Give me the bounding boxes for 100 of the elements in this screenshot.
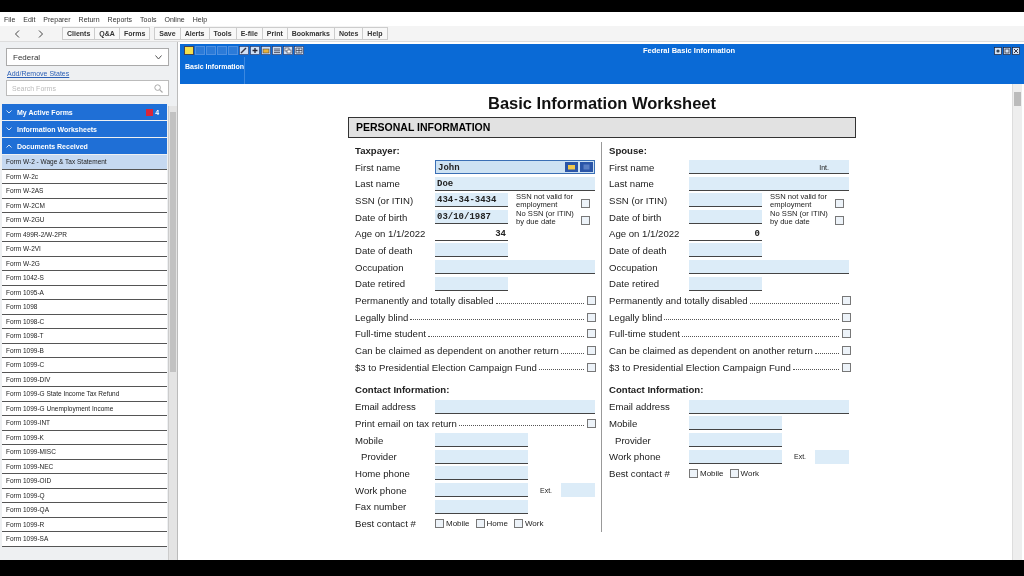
option-label: Home — [486, 518, 508, 528]
checkbox[interactable] — [842, 312, 851, 322]
input-field[interactable]: 03/10/1987 — [435, 210, 508, 225]
back-icon — [14, 29, 20, 38]
input-field[interactable] — [689, 243, 762, 258]
field-label: Mobile — [355, 434, 385, 446]
field-label: Date retired — [355, 278, 407, 290]
scrollbar[interactable] — [168, 106, 177, 560]
field-label: Permanently and totally disabled — [355, 295, 494, 307]
field-label: Mobile — [609, 417, 639, 429]
note-icon — [184, 46, 194, 55]
field-label: Date retired — [609, 278, 661, 290]
input-field[interactable] — [435, 399, 595, 414]
checkbox[interactable] — [835, 216, 844, 226]
help-icon — [994, 46, 1002, 55]
scrollbar[interactable] — [1012, 84, 1022, 560]
field-label: Full-time student — [355, 328, 426, 340]
folder-icon — [261, 46, 271, 55]
field-label: Last name — [355, 178, 401, 190]
field-label: Occupation — [355, 261, 405, 273]
jurisdiction-dropdown[interactable]: Federal — [6, 48, 169, 66]
input-field[interactable] — [435, 260, 595, 275]
input-field[interactable] — [435, 449, 528, 464]
field-label: Legally blind — [355, 311, 409, 323]
field-label: Email address — [609, 401, 671, 413]
checkbox[interactable] — [689, 468, 698, 478]
input-field[interactable] — [435, 466, 528, 481]
chevron-icon — [6, 110, 12, 114]
input-field[interactable] — [689, 449, 782, 464]
option-label: Work — [524, 518, 544, 528]
input-field[interactable] — [561, 483, 595, 498]
list-icon — [272, 46, 282, 55]
restore-icon — [1003, 46, 1011, 55]
input-field[interactable] — [689, 260, 849, 275]
worksheet-title: Basic Information Worksheet — [487, 94, 717, 114]
checkbox[interactable] — [513, 518, 523, 528]
checkbox[interactable] — [835, 199, 844, 209]
field-label: Full-time student — [609, 328, 680, 340]
checkbox[interactable] — [587, 312, 596, 322]
input-field[interactable] — [689, 433, 782, 448]
checkbox[interactable] — [587, 329, 596, 339]
chevron-icon — [6, 127, 12, 131]
checkbox[interactable] — [581, 216, 590, 226]
field-label: Legally blind — [609, 311, 663, 323]
input-field[interactable] — [689, 416, 782, 431]
field-label: SSN (or ITIN) — [609, 194, 669, 206]
chevron-icon — [6, 144, 12, 148]
field-label: Best contact # — [355, 517, 417, 529]
plus-icon — [250, 46, 260, 55]
checkbox[interactable] — [587, 346, 596, 356]
input-field[interactable]: 434-34-3434 — [435, 193, 508, 208]
pencil-icon — [239, 46, 249, 55]
input-field[interactable]: Doe — [435, 176, 595, 191]
input-field[interactable] — [689, 276, 762, 291]
checkbox[interactable] — [842, 362, 851, 372]
field-label: Work phone — [355, 484, 408, 496]
input-field[interactable] — [435, 483, 528, 498]
folder-icon — [565, 162, 578, 173]
flag-icon — [146, 108, 154, 116]
field-label: Email address — [355, 401, 417, 413]
checkbox[interactable] — [581, 199, 590, 209]
field-label: Provider — [614, 434, 652, 446]
field-label: $3 to Presidential Election Campaign Fund — [355, 361, 537, 373]
input-field[interactable] — [435, 276, 508, 291]
checkbox[interactable] — [587, 362, 596, 372]
option-label: Work — [740, 468, 760, 478]
field-label: $3 to Presidential Election Campaign Fund — [609, 361, 791, 373]
input-field[interactable] — [689, 399, 849, 414]
input-field[interactable] — [689, 193, 762, 208]
group-heading: Spouse: — [609, 144, 647, 156]
group-heading: Contact Information: — [609, 384, 704, 396]
checkbox[interactable] — [729, 468, 739, 478]
input-field[interactable] — [815, 449, 849, 464]
checkbox[interactable] — [587, 418, 596, 428]
input-field[interactable] — [435, 433, 528, 448]
checkbox[interactable] — [435, 518, 444, 528]
checkbox[interactable] — [842, 329, 851, 339]
field-label: Date of birth — [355, 211, 409, 223]
field-label: SSN (or ITIN) — [355, 194, 415, 206]
close-icon — [1012, 46, 1020, 55]
grid-icon — [294, 46, 304, 55]
caret-icon — [155, 54, 162, 60]
field-label: Permanently and totally disabled — [609, 295, 748, 307]
search-icon — [154, 84, 163, 93]
checkbox[interactable] — [475, 518, 485, 528]
field-label: First name — [355, 161, 402, 173]
input-field[interactable] — [435, 499, 528, 514]
field-label: Provider — [360, 451, 398, 463]
field-label: Date of death — [609, 244, 668, 256]
checkbox[interactable] — [842, 346, 851, 356]
checkbox[interactable] — [842, 296, 851, 306]
checkbox[interactable] — [587, 296, 596, 306]
input-field[interactable] — [689, 176, 849, 191]
input-field[interactable] — [689, 210, 762, 225]
input-field[interactable] — [435, 243, 508, 258]
option-label: Mobile — [446, 518, 470, 528]
group-heading: Taxpayer: — [355, 144, 400, 156]
field-label: Last name — [609, 178, 655, 190]
option-label: Mobile — [700, 468, 724, 478]
input-field[interactable]: John — [435, 160, 595, 175]
